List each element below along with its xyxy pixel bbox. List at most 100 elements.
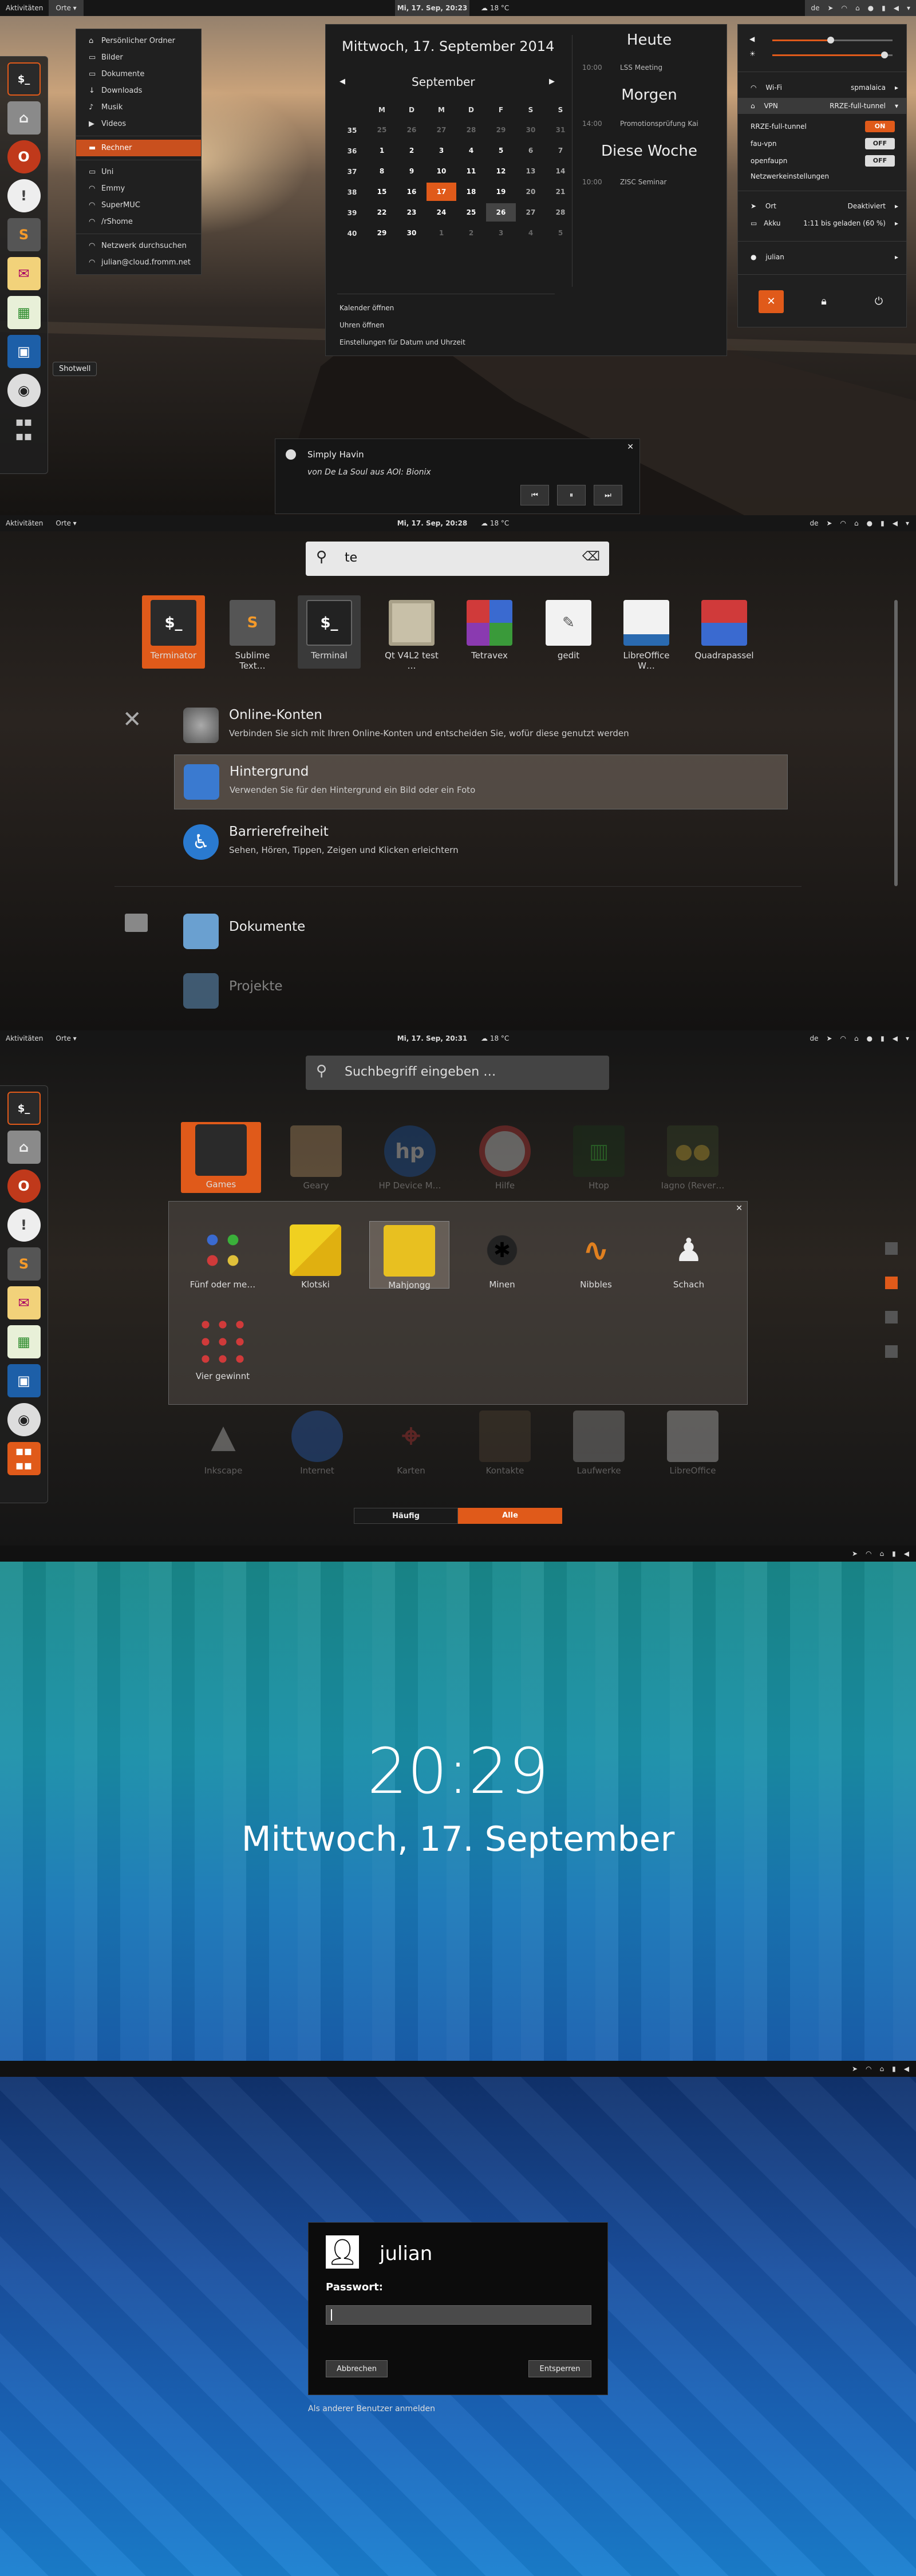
places-item-videos[interactable]: ▶ Videos: [76, 116, 201, 132]
pause-button[interactable]: ⏸: [557, 485, 586, 505]
calendar-next-icon[interactable]: ▶: [549, 77, 555, 86]
places-item-pictures[interactable]: ▭ Bilder: [76, 49, 201, 66]
places-item-home[interactable]: ⌂ Persönlicher Ordner: [76, 33, 201, 49]
open-clocks-link[interactable]: Uhren öffnen: [339, 321, 384, 329]
calendar-day[interactable]: 20: [516, 183, 546, 201]
app-contacts[interactable]: Kontakte: [465, 1411, 545, 1476]
battery-row[interactable]: ▭ Akku 1:11 bis geladen (60 %) ▸: [738, 216, 906, 231]
places-item-cloud[interactable]: ◠ julian@cloud.fromm.net: [76, 254, 201, 271]
vpn-row[interactable]: ⌂ VPN RRZE-full-tunnel ▾: [738, 98, 906, 114]
calendar-day[interactable]: 5: [486, 141, 516, 160]
workspace-indicator[interactable]: [885, 1242, 898, 1255]
brightness-slider[interactable]: ☀: [749, 50, 898, 59]
calendar-day[interactable]: 24: [427, 203, 456, 222]
location-row[interactable]: ➤ Ort Deaktiviert ▸: [738, 199, 906, 214]
clock-button[interactable]: Mi, 17. Sep, 20:23: [395, 0, 469, 16]
app-htop[interactable]: ▥ Htop: [559, 1125, 639, 1191]
file-result-projects[interactable]: Projekte: [183, 964, 787, 1019]
keyboard-layout[interactable]: de: [811, 4, 819, 12]
status-area[interactable]: de ➤ ◠ ⌂ ● ▮ ◀ ▾: [810, 515, 909, 531]
calendar-day[interactable]: 4: [516, 224, 546, 242]
calendar-day[interactable]: 25: [456, 203, 486, 222]
calendar-day[interactable]: 8: [367, 162, 397, 180]
calendar-day[interactable]: 19: [486, 183, 516, 201]
activities-button[interactable]: Aktivitäten: [0, 0, 49, 16]
places-item-rshome[interactable]: ◠ /rShome: [76, 214, 201, 230]
activities-button[interactable]: Aktivitäten: [0, 515, 49, 531]
weather-indicator[interactable]: ☁ 18 °C: [481, 515, 509, 531]
status-area[interactable]: de ➤ ◠ ⌂ ● ▮ ◀ ▾: [805, 0, 916, 16]
calendar-prev-icon[interactable]: ◀: [339, 77, 345, 86]
places-item-downloads[interactable]: ↓ Downloads: [76, 82, 201, 99]
previous-track-button[interactable]: ⏮: [520, 485, 549, 505]
app-result-sublime[interactable]: S Sublime Text…: [221, 600, 284, 671]
workspace-indicator[interactable]: [885, 1277, 898, 1289]
app-internet[interactable]: Internet: [277, 1411, 357, 1476]
app-mahjongg[interactable]: Mahjongg: [369, 1221, 449, 1290]
calendar-day[interactable]: 13: [516, 162, 546, 180]
calendar-day[interactable]: 27: [427, 121, 456, 139]
places-item-music[interactable]: ♪ Musik: [76, 99, 201, 116]
calendar-day[interactable]: 22: [367, 203, 397, 222]
calendar-day[interactable]: 6: [516, 141, 546, 160]
sublime-icon[interactable]: S: [7, 218, 41, 251]
clock-button[interactable]: Mi, 17. Sep, 20:31: [395, 1030, 469, 1046]
calendar-day[interactable]: 31: [546, 121, 575, 139]
tab-all[interactable]: Alle: [458, 1508, 562, 1524]
places-item-documents[interactable]: ▭ Dokumente: [76, 66, 201, 82]
shotwell-icon[interactable]: ▣: [7, 1364, 41, 1397]
workspace-indicator[interactable]: [885, 1311, 898, 1323]
status-area[interactable]: ➤ ◠ ⌂ ▮ ◀: [852, 2061, 909, 2077]
calendar-day[interactable]: 12: [486, 162, 516, 180]
app-iagno[interactable]: ●● Iagno (Rever…: [653, 1125, 733, 1191]
network-settings-link[interactable]: Netzwerkeinstellungen: [751, 172, 829, 180]
scrollbar[interactable]: [894, 600, 898, 886]
places-item-emmy[interactable]: ◠ Emmy: [76, 180, 201, 197]
close-icon[interactable]: ✕: [627, 442, 634, 452]
calc-icon[interactable]: ▦: [7, 296, 41, 329]
calendar-day[interactable]: 25: [367, 121, 397, 139]
calendar-day[interactable]: 10: [427, 162, 456, 180]
calendar-day[interactable]: 3: [486, 224, 516, 242]
app-klotski[interactable]: Klotski: [275, 1224, 356, 1290]
calendar-day[interactable]: 11: [456, 162, 486, 180]
calendar-day[interactable]: 1: [427, 224, 456, 242]
pidgin-icon[interactable]: !: [7, 1208, 41, 1242]
calendar-day[interactable]: 21: [546, 183, 575, 201]
app-hp-device-manager[interactable]: hp HP Device M…: [370, 1125, 450, 1191]
app-chess[interactable]: ♟ Schach: [649, 1224, 729, 1290]
vpn-toggle[interactable]: ON: [865, 121, 895, 132]
app-result-tetravex[interactable]: Tetravex: [458, 600, 521, 661]
opera-icon[interactable]: O: [7, 1170, 41, 1203]
slider-knob[interactable]: [881, 52, 888, 58]
search-box[interactable]: ⚲ Suchbegriff eingeben …: [306, 1056, 609, 1090]
settings-result-accessibility[interactable]: ♿ Barrierefreiheit Sehen, Hören, Tippen, Z…: [183, 815, 787, 870]
show-apps-icon[interactable]: ▪▪ ▪▪: [7, 1442, 41, 1475]
event-row[interactable]: 10:00 ZISC Seminar: [582, 178, 667, 186]
activities-button[interactable]: Aktivitäten: [0, 1030, 49, 1046]
app-result-libreoffice[interactable]: LibreOffice W…: [615, 600, 678, 671]
vpn-item[interactable]: openfaupn OFF: [751, 154, 895, 168]
calendar-day[interactable]: 14: [546, 162, 575, 180]
places-item-network[interactable]: ◠ Netzwerk durchsuchen: [76, 238, 201, 254]
pidgin-icon[interactable]: !: [7, 179, 41, 212]
event-row[interactable]: 14:00 Promotionsprüfung Kai: [582, 120, 698, 128]
clock-button[interactable]: Mi, 17. Sep, 20:28: [395, 515, 469, 531]
next-track-button[interactable]: ⏭: [594, 485, 622, 505]
app-nibbles[interactable]: ∿ Nibbles: [556, 1224, 636, 1290]
calendar-day[interactable]: 18: [456, 183, 486, 201]
settings-button[interactable]: ✕: [759, 290, 784, 313]
opera-icon[interactable]: O: [7, 140, 41, 173]
calendar-day[interactable]: 30: [397, 224, 427, 242]
calendar-day[interactable]: 16: [397, 183, 427, 201]
event-row[interactable]: 10:00 LSS Meeting: [582, 64, 662, 72]
app-help[interactable]: Hilfe: [465, 1125, 545, 1191]
rhythmbox-icon[interactable]: ◉: [7, 1403, 41, 1436]
app-result-terminal[interactable]: $_ Terminal: [298, 595, 361, 669]
home-folder-icon[interactable]: ⌂: [7, 1131, 41, 1164]
weather-indicator[interactable]: ☁ 18 °C: [481, 1030, 509, 1046]
other-user-link[interactable]: Als anderer Benutzer anmelden: [308, 2404, 435, 2413]
calendar-day[interactable]: 26: [397, 121, 427, 139]
calendar-day[interactable]: 29: [486, 121, 516, 139]
unlock-button[interactable]: Entsperren: [528, 2360, 591, 2377]
